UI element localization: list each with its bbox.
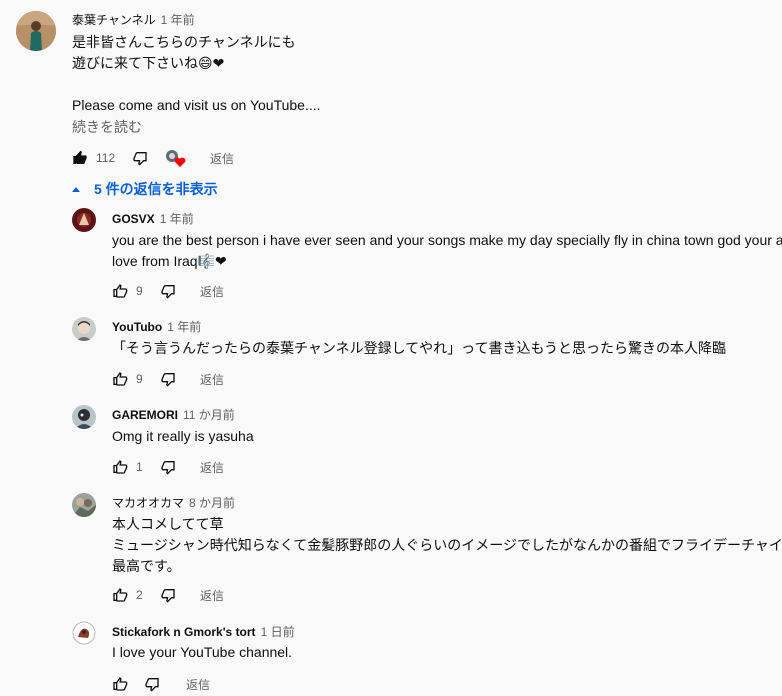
comment-time[interactable]: 1 年前: [161, 13, 195, 27]
avatar[interactable]: [16, 11, 56, 51]
thumbs-down-icon: [160, 587, 176, 603]
thumbs-down-icon: [132, 150, 148, 166]
comment-author[interactable]: YouTubo: [112, 320, 162, 334]
thumbs-up-icon: [72, 150, 88, 166]
read-more-button[interactable]: 続きを読む: [72, 117, 142, 137]
comment-line: love from Iraq🎼❤: [112, 253, 227, 269]
comment-text: 本人コメしてて草 ミュージシャン時代知らなくて金髪豚野郎の人ぐらいのイメージでし…: [112, 514, 782, 577]
comment-line: 最高です。: [112, 558, 181, 574]
reply-button[interactable]: 返信: [200, 369, 224, 389]
like-count: 1: [136, 460, 143, 474]
caret-up-icon: [72, 186, 80, 192]
like-button[interactable]: [112, 585, 128, 605]
thumbs-down-icon: [160, 459, 176, 475]
comment-line: Omg it really is yasuha: [112, 428, 254, 444]
dislike-button[interactable]: [144, 674, 160, 694]
thumbs-up-icon: [112, 459, 128, 475]
like-count: 9: [136, 284, 143, 298]
comment-toolbar: 2 返信: [112, 585, 272, 605]
comment-text: I love your YouTube channel.: [112, 642, 292, 663]
reply-button[interactable]: 返信: [200, 585, 224, 605]
dislike-button[interactable]: [160, 281, 176, 301]
dislike-button[interactable]: [132, 148, 148, 168]
creator-heart-icon: [164, 148, 186, 168]
comment-author[interactable]: GAREMORI: [112, 408, 178, 422]
comment-toolbar: 9 返信: [112, 281, 272, 301]
comment-toolbar: 9 返信: [112, 369, 272, 389]
avatar[interactable]: [72, 621, 96, 645]
reply-button[interactable]: 返信: [200, 457, 224, 477]
avatar[interactable]: [72, 208, 96, 232]
comment-toolbar: 返信: [112, 674, 272, 694]
comment-text: 「そう言うんだったらの泰葉チャンネル登録してやれ」って書き込もうと思ったら驚きの…: [112, 338, 726, 359]
like-count: 9: [136, 372, 143, 386]
creator-heart: [164, 148, 186, 168]
comment-line: 「そう言うんだったらの泰葉チャンネル登録してやれ」って書き込もうと思ったら驚きの…: [112, 340, 727, 356]
thumbs-down-icon: [160, 371, 176, 387]
avatar[interactable]: [72, 405, 96, 429]
dislike-button[interactable]: [160, 585, 176, 605]
comment-line: I love your YouTube channel.: [112, 644, 293, 660]
comment-toolbar: 1 返信: [112, 457, 272, 477]
like-button[interactable]: [72, 148, 88, 168]
dislike-button[interactable]: [160, 369, 176, 389]
comment-time[interactable]: 1 日前: [261, 625, 295, 639]
comment-time[interactable]: 11 か月前: [183, 408, 235, 422]
comment-line: 本人コメしてて草: [112, 516, 224, 532]
comment-text: 是非皆さんこちらのチャンネルにも 遊びに来て下さいね😄❤ Please come…: [72, 32, 321, 116]
reply-button[interactable]: 返信: [200, 281, 224, 301]
like-count: 2: [136, 588, 143, 602]
like-button[interactable]: [112, 281, 128, 301]
comment-time[interactable]: 1 年前: [167, 320, 201, 334]
avatar[interactable]: [72, 317, 96, 341]
thumbs-down-icon: [160, 283, 176, 299]
thumbs-up-icon: [112, 371, 128, 387]
hide-replies-button[interactable]: 5 件の返信を非表示: [72, 180, 218, 198]
comment-author[interactable]: Stickafork n Gmork's tort: [112, 625, 256, 639]
hide-replies-label: 5 件の返信を非表示: [94, 181, 218, 197]
dislike-button[interactable]: [160, 457, 176, 477]
comment-author[interactable]: マカオオカマ: [112, 496, 184, 510]
thumbs-down-icon: [144, 676, 160, 692]
reply-button[interactable]: 返信: [186, 674, 210, 694]
like-count: 112: [96, 151, 116, 165]
thumbs-up-icon: [112, 283, 128, 299]
comment-author[interactable]: GOSVX: [112, 212, 155, 226]
comment-text: Omg it really is yasuha: [112, 426, 254, 447]
like-button[interactable]: [112, 457, 128, 477]
comment-line: Please come and visit us on YouTube....: [72, 97, 321, 113]
reply-button[interactable]: 返信: [210, 148, 234, 168]
comment-time[interactable]: 8 か月前: [189, 496, 235, 510]
thumbs-up-icon: [112, 676, 128, 692]
comment-line: you are the best person i have ever seen…: [112, 232, 782, 248]
avatar[interactable]: [72, 493, 96, 517]
comment-toolbar: 112 返信: [72, 148, 272, 168]
comment-line: 遊びに来て下さいね😄❤: [72, 55, 225, 71]
comment-author[interactable]: 泰葉チャンネル: [72, 13, 156, 27]
comment-text: you are the best person i have ever seen…: [112, 230, 782, 272]
thumbs-up-icon: [112, 587, 128, 603]
comment-line: 是非皆さんこちらのチャンネルにも: [72, 34, 296, 50]
comment-line: ミュージシャン時代知らなくて金髪豚野郎の人ぐらいのイメージでしたがなんかの番組で…: [112, 537, 782, 553]
like-button[interactable]: [112, 369, 128, 389]
comment-time[interactable]: 1 年前: [160, 212, 194, 226]
like-button[interactable]: [112, 674, 128, 694]
